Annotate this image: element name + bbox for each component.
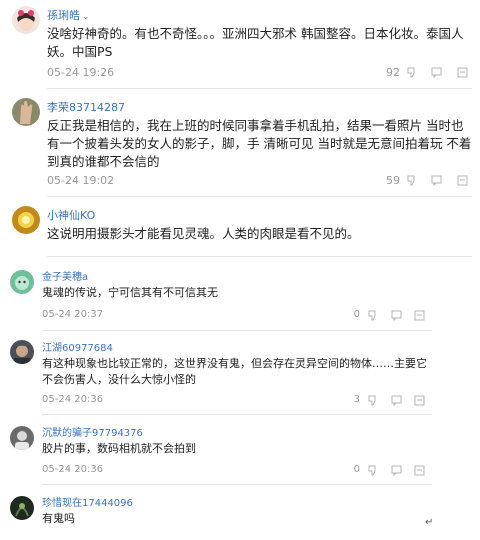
divider	[47, 88, 472, 89]
report-icon[interactable]	[414, 310, 425, 321]
reply-icon[interactable]	[391, 465, 402, 476]
avatar-image	[12, 206, 40, 234]
like-count[interactable]: 3	[336, 394, 360, 405]
report-icon[interactable]	[414, 465, 425, 476]
reply-icon[interactable]	[391, 310, 402, 321]
comment-username[interactable]: 小神仙KO	[47, 207, 95, 223]
comment-timestamp: 05-24 19:26	[47, 66, 115, 79]
comment-timestamp: 05-24 19:02	[47, 174, 115, 187]
comment-timestamp: 05-24 20:36	[42, 394, 104, 405]
like-count[interactable]: 92	[376, 66, 400, 79]
avatar[interactable]	[10, 426, 34, 450]
comment-username[interactable]: 江湖60977684	[42, 339, 113, 354]
avatar-image	[10, 426, 34, 450]
divider	[42, 484, 432, 485]
comment-text: 这说明用摄影头才能看见灵魂。人类的肉眼是看不见的。	[47, 226, 360, 241]
comment-username[interactable]: 沉默的骗子97794376	[42, 424, 143, 439]
avatar[interactable]	[10, 340, 34, 364]
thumbs-down-icon[interactable]	[407, 175, 418, 186]
avatar-image	[12, 98, 40, 126]
avatar[interactable]	[12, 6, 40, 34]
like-count[interactable]: 59	[376, 174, 400, 187]
comment-text: 胶片的事，数码相机就不会拍到	[42, 442, 196, 455]
comment-username[interactable]: 金子美穗a	[42, 268, 88, 283]
comment-username[interactable]: 李荣83714287	[47, 99, 125, 115]
comment-text: 有鬼吗	[42, 512, 75, 525]
avatar[interactable]	[10, 270, 34, 294]
avatar-image	[10, 340, 34, 364]
comment-timestamp: 05-24 20:36	[42, 464, 104, 475]
comment-text: 鬼魂的传说，宁可信其有不可信其无	[42, 286, 218, 299]
like-count[interactable]: 0	[336, 464, 360, 475]
chevron-down-icon[interactable]: ⌄	[82, 12, 90, 22]
report-icon[interactable]	[457, 175, 468, 186]
avatar[interactable]	[12, 98, 40, 126]
avatar[interactable]	[12, 206, 40, 234]
divider	[47, 196, 472, 197]
thumbs-down-icon[interactable]	[407, 67, 418, 78]
like-count[interactable]: 0	[336, 309, 360, 320]
comment-timestamp: 05-24 20:37	[42, 309, 104, 320]
thumbs-down-icon[interactable]	[368, 395, 379, 406]
divider	[42, 414, 432, 415]
comment-text: 有这种现象也比较正常的，这世界没有鬼，但会存在灵异空间的物体……主要它不会伤害人…	[42, 357, 427, 386]
report-icon[interactable]	[457, 67, 468, 78]
thumbs-down-icon[interactable]	[368, 310, 379, 321]
thumbs-down-icon[interactable]	[368, 465, 379, 476]
reply-icon[interactable]	[431, 67, 442, 78]
report-icon[interactable]	[414, 395, 425, 406]
reply-icon[interactable]	[391, 395, 402, 406]
comment-username[interactable]: 珍惜现在17444096	[42, 494, 133, 509]
comment-text: 反正我是相信的，我在上班的时候同事拿着手机乱拍，结果一看照片 当时也有一个披着头…	[47, 118, 472, 169]
avatar-image	[10, 270, 34, 294]
divider	[47, 256, 472, 257]
comment-text: 没啥好神奇的。有也不奇怪。。。亚洲四大邪术 韩国整容。日本化妆。泰国人妖。中国P…	[47, 26, 464, 59]
return-mark: ↵	[425, 517, 434, 528]
reply-icon[interactable]	[431, 175, 442, 186]
divider	[42, 330, 432, 331]
avatar-image	[10, 496, 34, 520]
avatar-image	[12, 6, 40, 34]
comment-username[interactable]: 孫琍皓 ⌄	[47, 7, 90, 23]
avatar[interactable]	[10, 496, 34, 520]
